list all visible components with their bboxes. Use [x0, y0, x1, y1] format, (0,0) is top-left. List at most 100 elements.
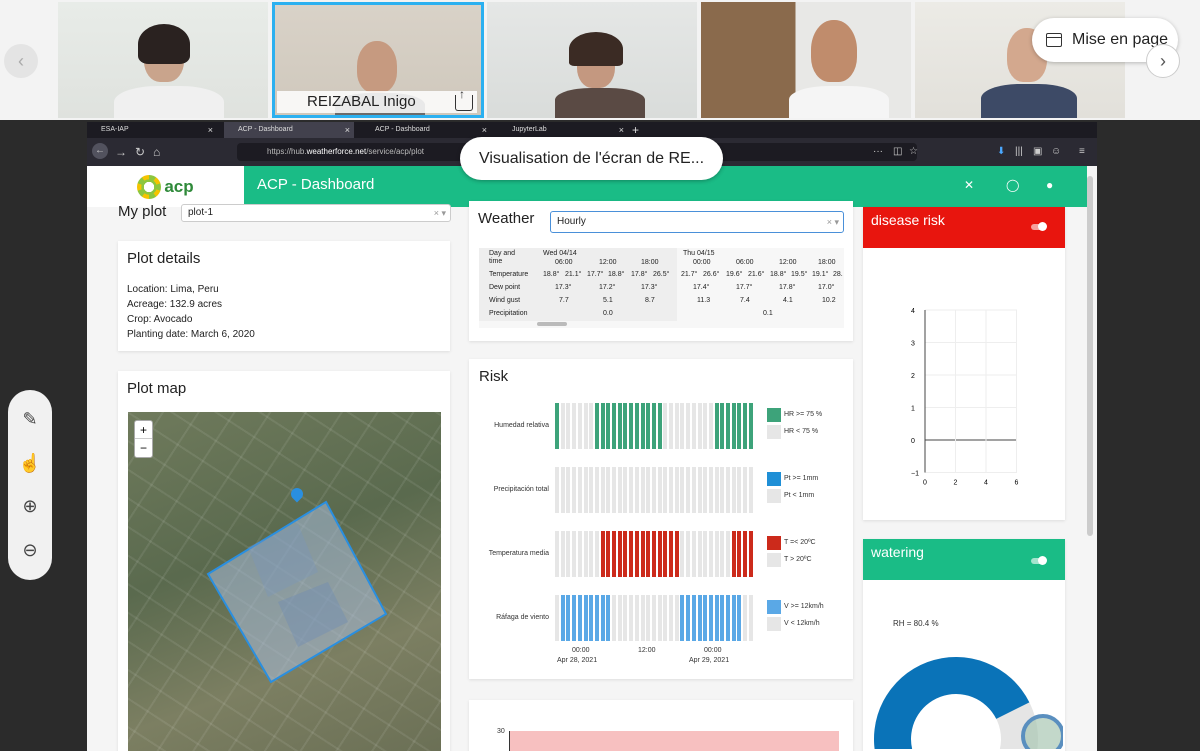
close-icon[interactable]: × — [208, 122, 213, 138]
risk-bar — [651, 467, 656, 513]
risk-bar — [600, 467, 605, 513]
zoom-out-icon[interactable]: ⊖ — [22, 540, 37, 561]
next-arrow-icon[interactable]: › — [1146, 44, 1180, 78]
prev-arrow-icon[interactable]: ‹ — [4, 44, 38, 78]
browser-tab-active[interactable]: ACP - Dashboard × — [224, 122, 354, 138]
clear-dropdown-icon[interactable]: × ▾ — [434, 205, 446, 221]
risk-bar — [737, 467, 742, 513]
legend-swatch — [767, 472, 781, 486]
menu-icon[interactable]: ≡ — [1079, 146, 1085, 157]
chat-icon[interactable]: ◯ — [1006, 178, 1019, 192]
bookmark-star-icon[interactable]: ☆ — [909, 146, 918, 157]
risk-bar — [629, 595, 634, 641]
download-icon[interactable]: ⬇ — [997, 146, 1005, 157]
plot-select[interactable]: plot-1 × ▾ — [181, 204, 451, 222]
risk-bar — [583, 467, 588, 513]
close-icon[interactable]: × — [345, 122, 350, 138]
risk-row-label: Temperatura media — [488, 550, 549, 557]
share-icon[interactable] — [455, 87, 473, 111]
weather-cell: 18.8° — [770, 271, 787, 278]
pocket-icon[interactable]: ◫ — [893, 146, 902, 157]
weather-time-header: 18:00 — [641, 259, 659, 266]
browser-tab[interactable]: JupyterLab × — [498, 122, 628, 138]
legend-swatch — [767, 617, 781, 631]
risk-bar — [617, 467, 622, 513]
weather-time-header: 06:00 — [555, 259, 573, 266]
risk-bar — [634, 403, 639, 449]
close-icon[interactable]: × — [619, 122, 624, 138]
risk-bar — [691, 595, 696, 641]
account-icon[interactable]: ☺ — [1051, 146, 1061, 157]
weather-cell: 21.1° — [565, 271, 582, 278]
participant-name: REIZABAL Inigo — [277, 91, 477, 113]
y-tick-label: 1 — [911, 406, 915, 413]
forward-icon[interactable]: → — [115, 145, 127, 159]
horizontal-scrollbar[interactable] — [537, 322, 567, 326]
risk-bar — [594, 595, 599, 641]
legend-swatch — [767, 553, 781, 567]
risk-bar — [691, 403, 696, 449]
close-icon[interactable]: × — [482, 122, 487, 138]
tab-label: ACP - Dashboard — [375, 126, 430, 133]
tools-icon[interactable]: ✕ — [964, 178, 974, 192]
plot-polygon[interactable] — [128, 412, 441, 751]
zoom-in-icon[interactable]: ⊕ — [22, 496, 37, 517]
risk-bar — [686, 595, 691, 641]
risk-bar — [691, 467, 696, 513]
video-strip: ‹ REIZABAL Inigo ↑ Mise en page › — [0, 0, 1200, 120]
browser-tab[interactable]: ESA-IAP × — [87, 122, 217, 138]
logo[interactable]: acp — [87, 166, 244, 207]
watering-header: watering — [863, 539, 1065, 580]
watering-toggle[interactable] — [1031, 556, 1047, 565]
participant-tile[interactable] — [58, 2, 268, 118]
participant-tile[interactable] — [487, 2, 697, 118]
risk-bar — [612, 531, 616, 577]
risk-bar — [708, 595, 713, 641]
risk-bar — [726, 403, 730, 449]
risk-bar — [600, 403, 605, 449]
pointer-icon[interactable]: ☝ — [19, 453, 41, 474]
participant-tile-active[interactable]: REIZABAL Inigo — [272, 2, 484, 118]
satellite-map[interactable]: + − — [128, 412, 441, 751]
plot-crop: Crop: Avocado — [127, 314, 193, 325]
risk-bar — [606, 595, 611, 641]
risk-bar — [646, 595, 651, 641]
library-icon[interactable]: ||| — [1015, 146, 1023, 157]
sidebar-icon[interactable]: ▣ — [1033, 146, 1042, 157]
risk-bar — [708, 467, 713, 513]
risk-bar — [629, 467, 634, 513]
browser-tab-bar: ESA-IAP × ACP - Dashboard × ACP - Dashboar… — [87, 122, 1097, 138]
user-icon[interactable]: ● — [1046, 178, 1053, 192]
disease-risk-title: disease risk — [871, 212, 945, 228]
weather-table: Day and time Wed 04/14 Thu 04/15 06:00 1… — [479, 248, 844, 328]
browser-tab[interactable]: ACP - Dashboard × — [361, 122, 491, 138]
back-icon[interactable]: ← — [92, 143, 108, 159]
weather-cell: 17.8° — [631, 271, 648, 278]
new-tab-icon[interactable]: + — [632, 122, 639, 138]
weather-frequency-select[interactable]: Hourly × ▾ — [550, 211, 844, 233]
risk-bar — [669, 531, 673, 577]
disease-risk-toggle[interactable] — [1031, 222, 1047, 231]
participant-tile[interactable] — [701, 2, 911, 118]
logo-text: acp — [164, 176, 194, 196]
weather-cell: 17.2° — [599, 284, 616, 291]
risk-bar — [674, 595, 679, 641]
tab-label: ACP - Dashboard — [238, 126, 293, 133]
plot-map-card: Plot map + − — [118, 371, 450, 751]
home-icon[interactable]: ⌂ — [153, 145, 160, 159]
legend-label: Pt >= 1mm — [784, 475, 819, 482]
risk-bar — [606, 403, 611, 449]
weather-cell: 26.5° — [653, 271, 670, 278]
reload-icon[interactable]: ↻ — [135, 145, 145, 159]
weather-cell: 17.4° — [693, 284, 710, 291]
risk-bar — [726, 531, 730, 577]
legend-label: T =< 20ºC — [784, 539, 816, 546]
pen-icon[interactable]: ✎ — [22, 409, 37, 430]
risk-bar — [651, 403, 656, 449]
weather-row-label: Precipitation — [489, 310, 528, 317]
more-icon[interactable]: ··· — [873, 146, 883, 157]
page-scrollbar[interactable] — [1087, 176, 1093, 536]
clear-dropdown-icon[interactable]: × ▾ — [827, 212, 839, 232]
risk-bar — [646, 403, 651, 449]
url-prefix: https://hub. — [267, 147, 307, 156]
